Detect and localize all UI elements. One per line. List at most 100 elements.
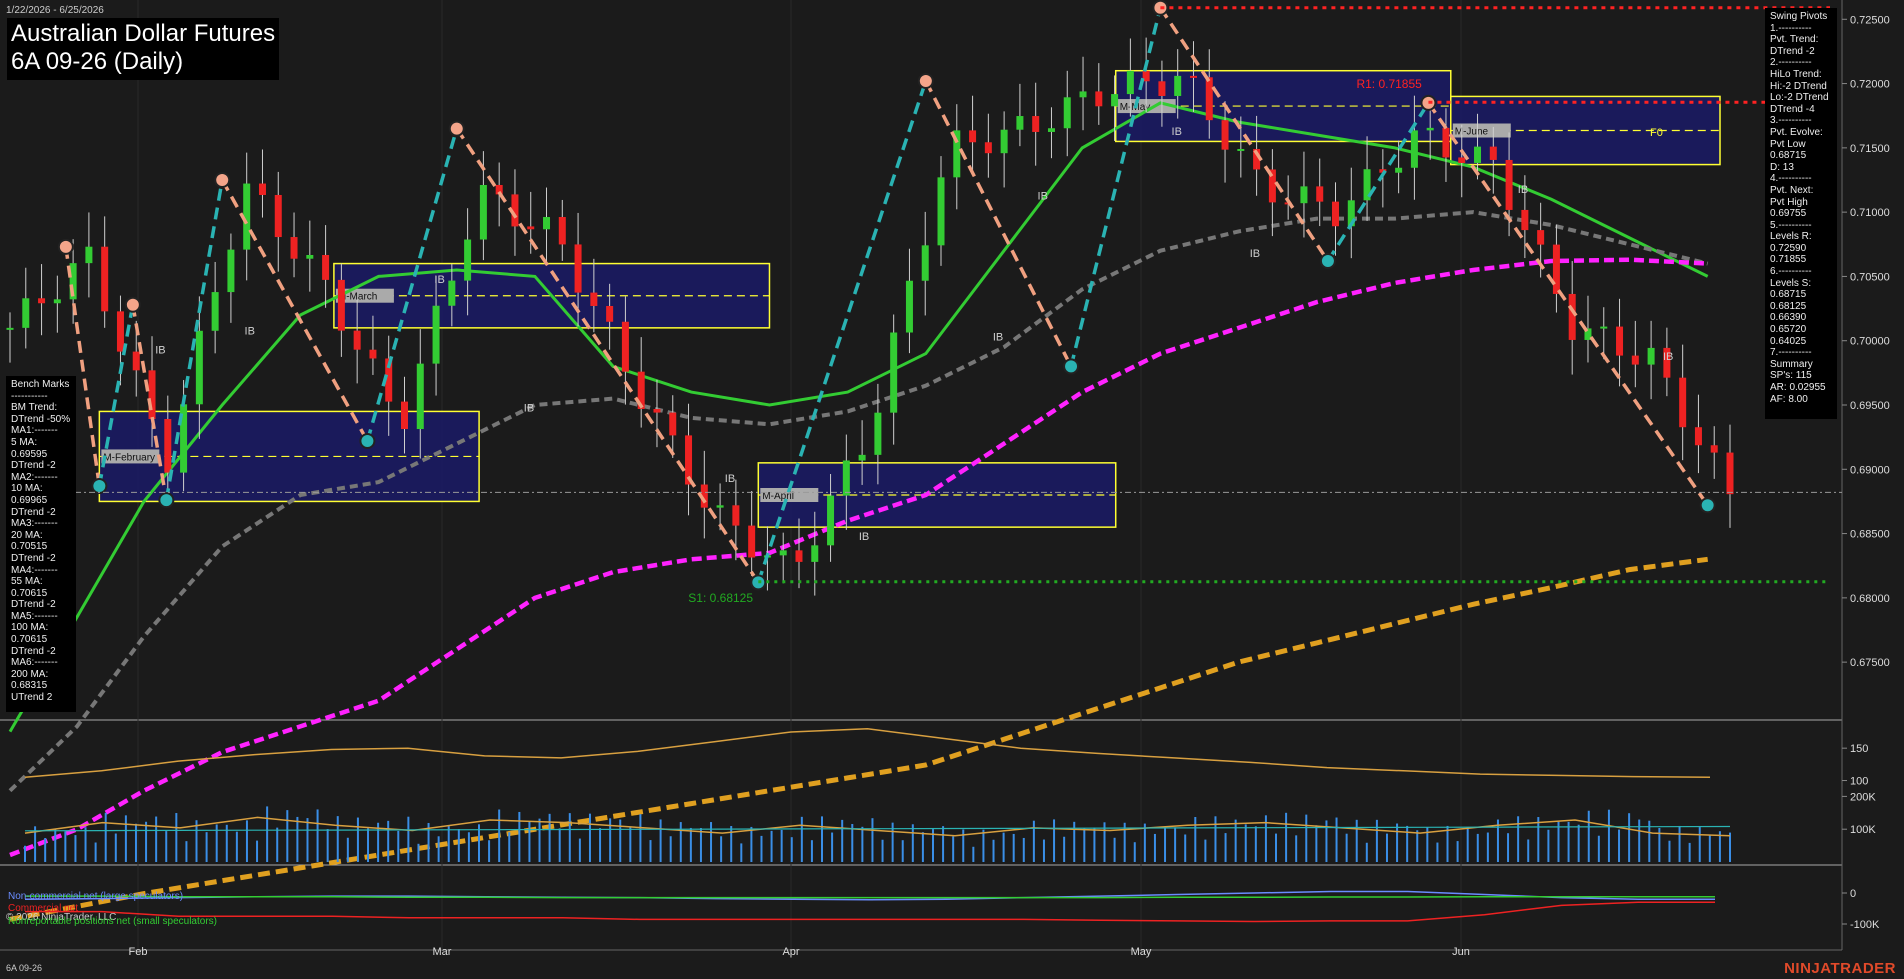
panel-line: 0.70615 (11, 634, 48, 646)
panel-line: MA6:------- (11, 657, 58, 669)
candle-body (479, 184, 487, 240)
panel-line: 20 MA: (11, 529, 43, 541)
candle-body (432, 305, 440, 364)
panel-line: DTrend -2 (11, 552, 56, 564)
price-tick-label: 0.72000 (1850, 79, 1890, 91)
swing-pivot-marker (1319, 253, 1336, 269)
candle-body (132, 351, 140, 371)
panel-line: AF: 8.00 (1770, 393, 1808, 405)
month-tick-label: Jun (1452, 946, 1470, 958)
swing-pivot-marker (359, 433, 376, 449)
candle-body (558, 217, 566, 245)
panel-line: 0.68125 (1770, 300, 1807, 312)
volume-tick-label: 100K (1850, 824, 1876, 836)
panel-line: 0.70515 (11, 541, 48, 553)
candle-body (858, 454, 866, 461)
panel-line: 55 MA: (11, 576, 43, 588)
panel-line: 7.---------- (1770, 347, 1812, 359)
panel-line: 10 MA: (11, 483, 43, 495)
swing-pivot-marker (917, 73, 934, 89)
s1-label: S1: 0.68125 (688, 591, 753, 605)
panel-line: UTrend 2 (11, 692, 53, 704)
candle-body (400, 401, 408, 430)
candle-body (669, 412, 677, 436)
candle-body (195, 330, 203, 405)
candle-body (842, 460, 850, 496)
candle-body (621, 321, 629, 372)
panel-line: Pvt Low (1770, 138, 1806, 150)
candle-body (1063, 97, 1071, 129)
candle-body (1442, 127, 1450, 158)
month-tick-label: Feb (129, 946, 148, 958)
candle-body (527, 226, 535, 230)
panel-line: Pvt. Trend: (1770, 34, 1819, 46)
panel-line: DTrend -2 (1770, 45, 1815, 57)
candle-body (1221, 120, 1229, 150)
candle-body (1016, 116, 1024, 130)
price-tick-label: 0.67500 (1850, 657, 1890, 669)
ib-label: IB (524, 402, 534, 414)
ib-label: IB (245, 325, 255, 337)
ib-label: IB (1250, 248, 1260, 260)
swing-pivot-marker (124, 296, 141, 313)
panel-line: Pvt. Next: (1770, 184, 1814, 196)
candle-body (905, 280, 913, 333)
panel-line: D: 13 (1770, 161, 1794, 173)
panel-line: Swing Pivots (1770, 11, 1828, 22)
candle-body (653, 409, 661, 413)
price-tick-label: 0.69500 (1850, 400, 1890, 412)
candle-body (1174, 75, 1182, 96)
price-tick-label: 0.68500 (1850, 529, 1890, 541)
candle-body (1710, 445, 1718, 453)
candle-body (1489, 146, 1497, 160)
swing-pivot-marker (1699, 497, 1716, 514)
candle-body (811, 545, 819, 562)
panel-line: Levels R: (1770, 231, 1812, 243)
candle-body (1205, 77, 1213, 121)
swing-pivot-marker (1063, 358, 1080, 375)
candle-body (1111, 94, 1119, 107)
swing-pivot-marker (57, 238, 74, 255)
panel-line: BM Trend: (11, 402, 58, 414)
price-tick-label: 0.71000 (1850, 207, 1890, 219)
swing-pivot-marker (448, 120, 465, 137)
candle-body (1032, 116, 1040, 132)
candle-body (732, 505, 740, 526)
price-tick-label: 0.70500 (1850, 271, 1890, 283)
panel-line: MA4:------- (11, 564, 58, 576)
candle-body (85, 246, 93, 264)
candle-body (1047, 128, 1055, 132)
swing-pivots-panel: Swing Pivots 1.---------- Pvt. Trend: DTren… (1765, 8, 1837, 419)
cot-tick-label: -100K (1850, 919, 1880, 931)
candle-body (1079, 91, 1087, 98)
candle-body (448, 280, 456, 306)
f0-label: F0 (1650, 127, 1663, 139)
candle-body (748, 525, 756, 558)
candle-body (353, 330, 361, 350)
panel-line: DTrend -2 (11, 506, 56, 518)
candle-body (116, 311, 124, 352)
candle-body (937, 177, 945, 246)
candle-body (22, 298, 30, 328)
candle-body (1332, 201, 1340, 227)
volume-tick-label: 200K (1850, 791, 1876, 803)
candle-body (1600, 326, 1608, 329)
panel-line: 200 MA: (11, 668, 49, 680)
indicator-tick-label: 100 (1850, 776, 1868, 788)
candle-body (1647, 347, 1655, 365)
indicator-tick-label: 150 (1850, 743, 1868, 755)
panel-line: Levels S: (1770, 277, 1812, 289)
panel-line: 5 MA: (11, 436, 38, 448)
ib-label: IB (434, 274, 444, 286)
candle-body (274, 194, 282, 238)
panel-line: Summary (1770, 358, 1813, 370)
candle-body (1316, 186, 1324, 202)
panel-line: 0.68315 (11, 680, 48, 692)
panel-line: DTrend -2 (11, 599, 56, 611)
panel-line: Pvt High (1770, 196, 1808, 208)
panel-line: DTrend -4 (1770, 103, 1815, 115)
chart-canvas: 0.72500 0.72000 0.71500 0.71000 0.70500 0.700… (0, 0, 1890, 958)
panel-line: 4.---------- (1770, 173, 1812, 185)
swing-pivot-marker (214, 172, 231, 188)
candle-body (1426, 127, 1434, 131)
